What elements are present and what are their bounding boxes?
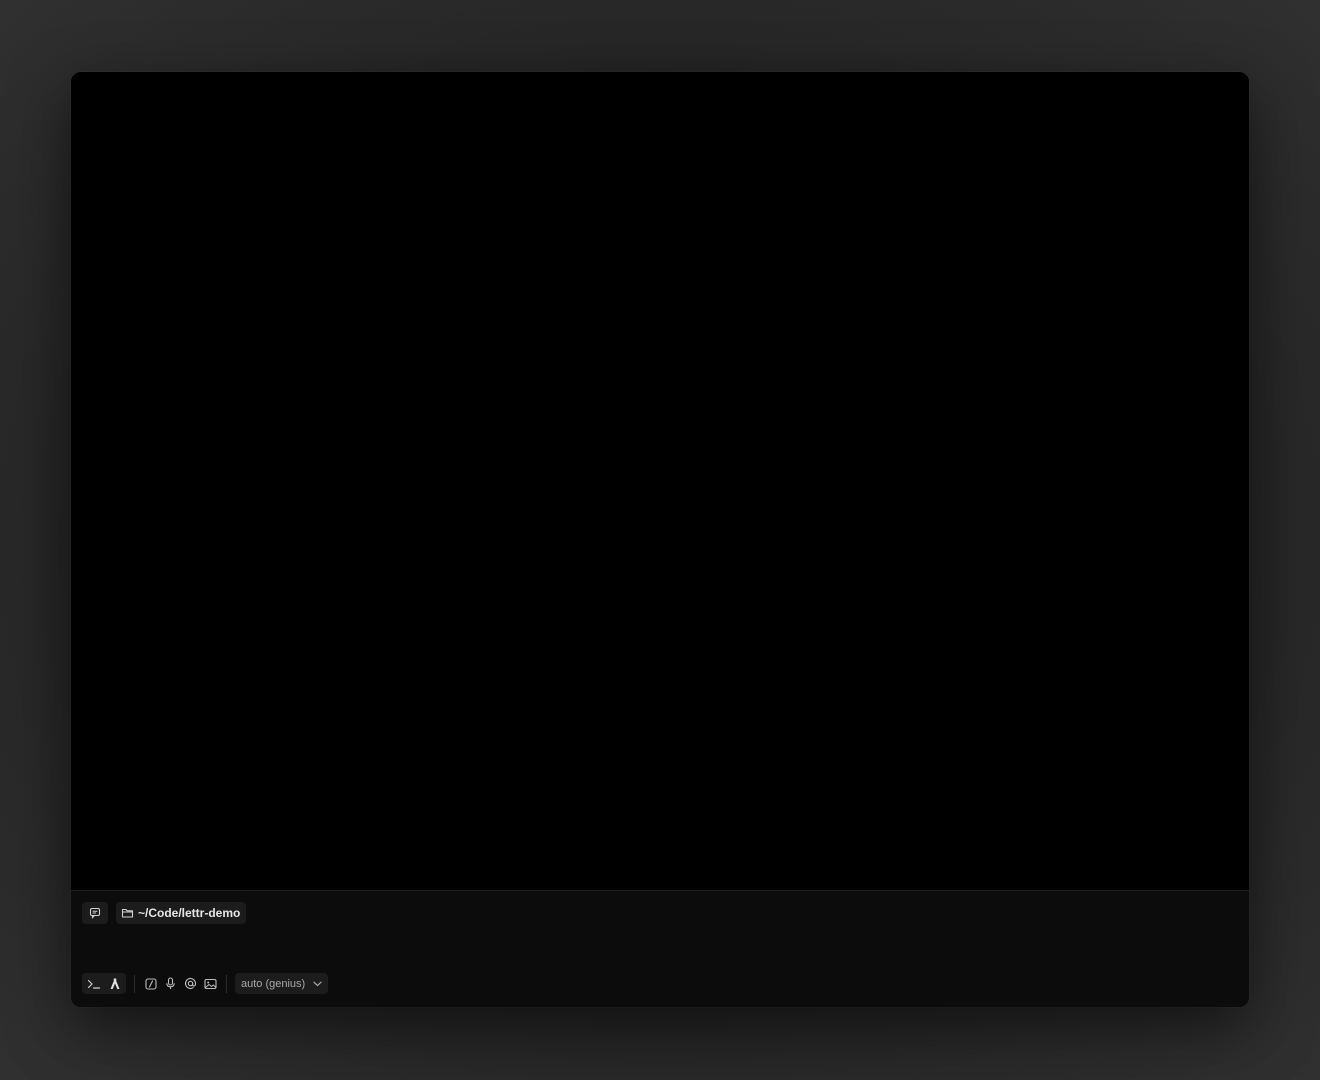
input-tools [143, 976, 218, 991]
context-row: ~/Code/lettr-demo [82, 902, 247, 924]
at-mention-icon[interactable] [183, 976, 198, 991]
agent-icon[interactable] [107, 976, 122, 991]
app-window: ~/Code/lettr-demo auto (genius) [71, 72, 1249, 1007]
mode-toggle[interactable] [82, 973, 126, 994]
model-label: auto (genius) [241, 977, 306, 990]
slash-command-icon[interactable] [143, 976, 158, 991]
input-panel[interactable]: ~/Code/lettr-demo auto (genius) [71, 890, 1249, 1007]
folder-icon [121, 907, 134, 919]
terminal-output-area[interactable] [71, 72, 1249, 890]
chat-toggle-button[interactable] [82, 902, 108, 924]
microphone-icon[interactable] [163, 976, 178, 991]
directory-chip[interactable]: ~/Code/lettr-demo [116, 902, 247, 924]
chevron-down-icon [313, 981, 322, 987]
terminal-prompt-icon[interactable] [86, 976, 101, 991]
image-attach-icon[interactable] [203, 976, 218, 991]
input-toolbar: auto (genius) [82, 973, 329, 994]
chat-bubble-icon [89, 907, 101, 919]
toolbar-divider [134, 974, 135, 993]
model-selector[interactable]: auto (genius) [235, 973, 329, 994]
directory-label: ~/Code/lettr-demo [138, 906, 241, 920]
toolbar-divider [226, 974, 227, 993]
